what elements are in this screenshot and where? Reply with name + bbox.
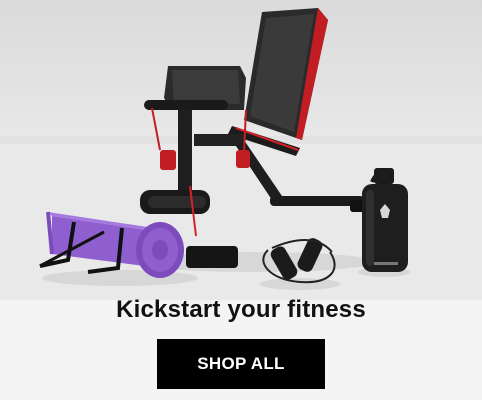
promo-banner[interactable]: Kickstart your fitness SHOP ALL: [0, 0, 482, 400]
hero-image: [0, 0, 482, 300]
shop-all-button[interactable]: SHOP ALL: [157, 339, 325, 389]
headline: Kickstart your fitness: [116, 296, 366, 323]
